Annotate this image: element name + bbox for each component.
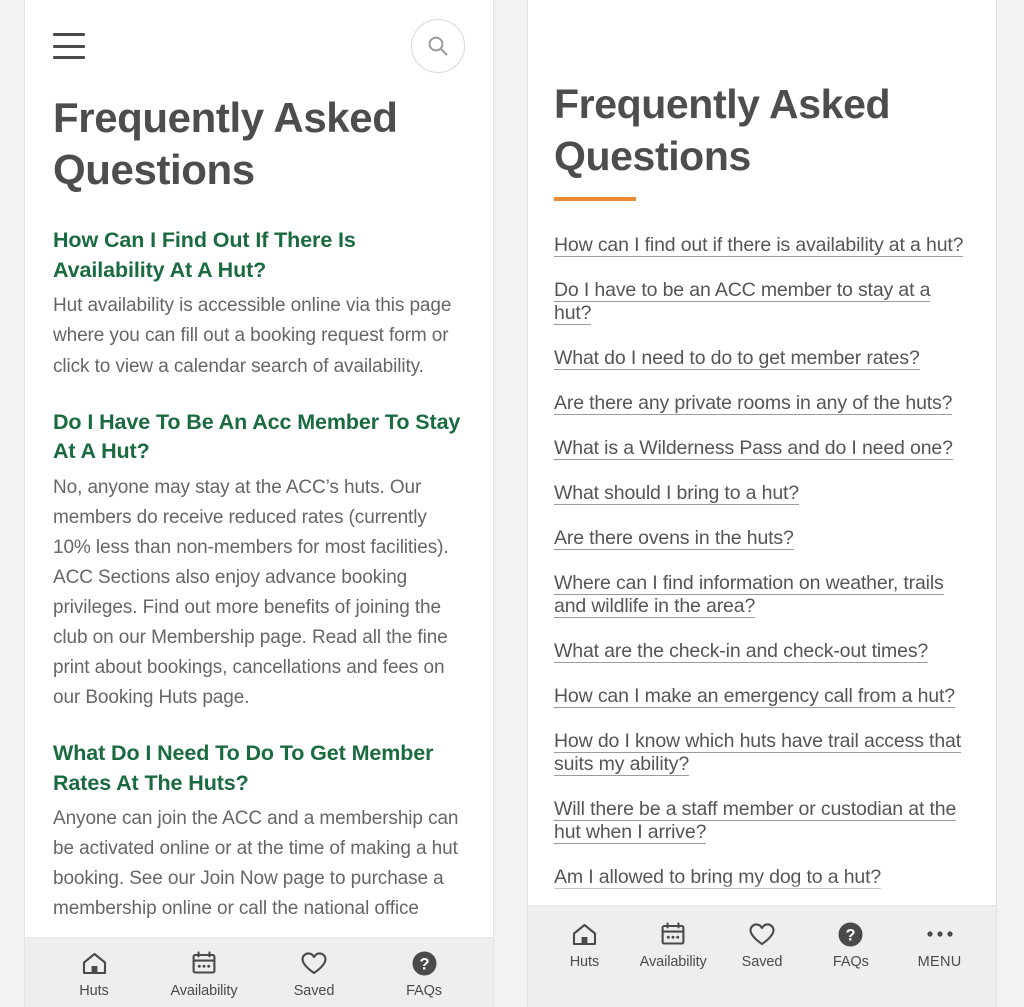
faq-answer: Hut availability is accessible online vi… [53,295,452,377]
heart-icon [748,920,776,948]
faq-question-link[interactable]: How can I make an emergency call from a … [554,684,955,708]
page-title: Frequently Asked Questions [554,81,891,180]
nav-label: Availability [639,954,707,970]
list-item: Are there ovens in the huts? [554,526,968,550]
faq-question-list: How can I find out if there is availabil… [554,233,968,916]
faq-question-link[interactable]: Where can I find information on weather,… [554,571,944,618]
nav-item-availability[interactable]: Availability [149,949,259,999]
list-item: How can I find out if there is availabil… [554,233,968,257]
right-bottom-navbar: Huts Availability Saved ? FAQs MENU [528,905,996,1007]
nav-item-huts[interactable]: Huts [39,949,149,999]
faq-item: What Do I Need To Do To Get Member Rates… [53,739,465,924]
title-accent-underline [554,196,636,201]
faq-question-link[interactable]: How do I know which huts have trail acce… [554,729,961,777]
nav-item-huts[interactable]: Huts [540,920,629,970]
list-item: What is a Wilderness Pass and do I need … [554,436,968,460]
right-content-scroll[interactable]: Frequently Asked Questions How can I fin… [528,0,996,916]
calendar-icon [660,920,686,948]
list-item: What should I bring to a hut? [554,481,968,505]
home-icon [571,920,598,948]
nav-label: FAQs [832,954,869,970]
nav-label: FAQs [406,983,442,999]
list-item: Where can I find information on weather,… [554,571,968,619]
nav-item-menu[interactable]: MENU [895,920,984,970]
faq-question-link[interactable]: Are there ovens in the huts? [554,526,794,550]
faq-question-link[interactable]: What are the check-in and check-out time… [554,639,928,663]
right-phone-panel: Frequently Asked Questions How can I fin… [527,0,997,1007]
search-icon[interactable] [411,19,465,73]
list-item: How can I make an emergency call from a … [554,684,968,708]
svg-text:?: ? [419,955,429,973]
svg-text:?: ? [846,926,856,944]
faq-question-link[interactable]: Are there any private rooms in any of th… [554,392,952,415]
list-item: Will there be a staff member or custodia… [554,797,968,845]
faq-item: How Can I Find Out If There Is Availabil… [53,226,465,381]
hamburger-icon[interactable] [53,33,85,59]
nav-label: Huts [79,983,109,999]
faq-question-link[interactable]: How can I find out if there is availabil… [554,233,964,257]
faq-question-link[interactable]: Will there be a staff member or custodia… [554,797,956,845]
list-item: Do I have to be an ACC member to stay at… [554,278,968,326]
nav-item-saved[interactable]: Saved [718,920,807,970]
left-app-header [25,0,493,92]
question-circle-icon: ? [837,920,864,948]
faq-question: How Can I Find Out If There Is Availabil… [53,228,356,282]
nav-item-faqs[interactable]: ? FAQs [806,920,895,970]
nav-label: MENU [917,954,962,970]
panel-gap [494,0,527,1007]
nav-label: Huts [569,954,600,970]
nav-item-availability[interactable]: Availability [629,920,718,970]
faq-item: Do I Have To Be An Acc Member To Stay At… [53,408,465,713]
nav-item-faqs[interactable]: ? FAQs [369,949,479,999]
faq-answer: Anyone can join the ACC and a membership… [53,808,459,920]
faq-answer: No, anyone may stay at the ACC’s huts. O… [53,476,449,708]
nav-label: Saved [293,983,335,999]
question-circle-icon: ? [411,949,438,977]
faq-question-link[interactable]: What is a Wilderness Pass and do I need … [554,436,953,460]
list-item: What do I need to do to get member rates… [554,347,968,371]
home-icon [81,949,108,977]
left-bottom-navbar: Huts Availability Saved ? FAQs [25,937,493,1007]
faq-question-link[interactable]: Am I allowed to bring my dog to a hut? [554,866,881,890]
left-content-scroll[interactable]: Frequently Asked Questions How Can I Fin… [25,92,493,937]
faq-question-link[interactable]: What do I need to do to get member rates… [554,347,920,371]
right-margin [997,0,1024,1007]
faq-question-link[interactable]: What should I bring to a hut? [554,481,799,505]
page-title: Frequently Asked Questions [53,94,398,194]
faq-question-link[interactable]: Do I have to be an ACC member to stay at… [554,278,930,326]
calendar-icon [191,949,217,977]
screenshot-stage: Frequently Asked Questions How Can I Fin… [0,0,1024,1007]
list-item: What are the check-in and check-out time… [554,639,968,663]
list-item: Are there any private rooms in any of th… [554,392,968,415]
nav-item-saved[interactable]: Saved [259,949,369,999]
nav-label: Saved [741,954,783,970]
faq-question: What Do I Need To Do To Get Member Rates… [53,740,434,795]
list-item: Am I allowed to bring my dog to a hut? [554,866,968,890]
heart-icon [300,949,328,977]
list-item: How do I know which huts have trail acce… [554,729,968,777]
faq-question: Do I Have To Be An Acc Member To Stay At… [53,409,461,464]
nav-label: Availability [170,983,238,999]
ellipsis-icon [925,920,955,948]
left-phone-panel: Frequently Asked Questions How Can I Fin… [24,0,494,1007]
